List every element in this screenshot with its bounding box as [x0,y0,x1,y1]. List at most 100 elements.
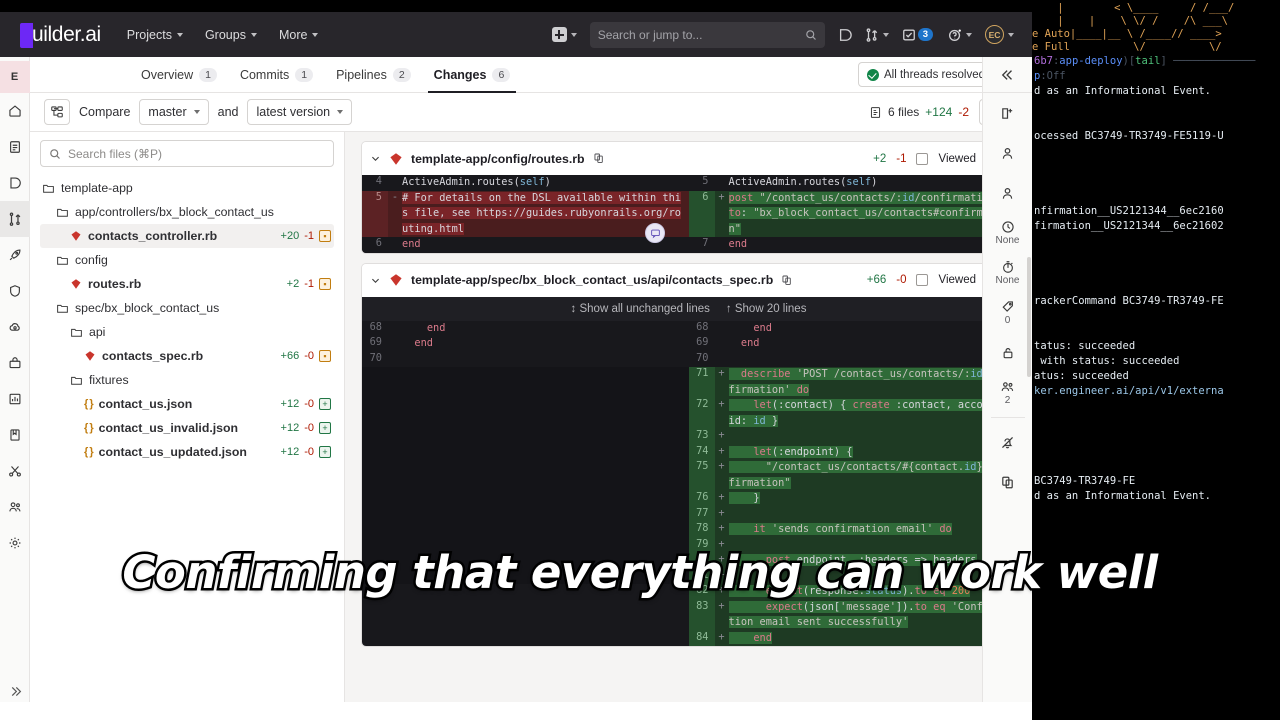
time-tracking-item[interactable]: None [983,253,1033,293]
viewed-checkbox[interactable] [916,152,929,165]
diff-line[interactable]: 6 end [362,237,689,253]
nav-more[interactable]: More [279,28,319,42]
diff-line[interactable]: 69 end [362,336,689,352]
diff-line[interactable]: 76 + } [688,491,1015,507]
comment-bubble-icon[interactable] [645,223,665,243]
viewed-checkbox[interactable] [916,274,929,286]
copy-reference-icon[interactable] [983,462,1033,502]
merge-request-icon[interactable] [0,201,30,237]
tree-folder-row[interactable]: app/controllers/bx_block_contact_us [40,200,334,224]
tab-commits[interactable]: Commits 1 [240,57,314,93]
diff-line[interactable]: 6 + post "/contact_us/contacts/:id/confirm… [688,190,1015,237]
tree-file-row[interactable]: contacts_controller.rb +20 -1 ▪ [40,224,334,248]
diff-line[interactable] [362,475,689,491]
diff-line[interactable] [362,429,689,445]
diff-line[interactable]: 73 + [688,429,1015,445]
labels-item[interactable]: 0 [983,293,1033,333]
file-search-input[interactable] [68,146,325,161]
diff-line[interactable]: 78 + it 'sends confirmation email' do [688,522,1015,538]
collapse-sidebar-button[interactable] [0,685,30,698]
tree-folder-row[interactable]: fixtures [40,368,334,392]
diff-line[interactable]: 70 [362,351,689,367]
diff-line[interactable]: 68 end [362,320,689,336]
diff-line[interactable] [362,491,689,507]
diff-line[interactable] [362,506,689,522]
tree-folder-row[interactable]: api [40,320,334,344]
diff-line[interactable]: 4 ActiveAdmin.routes(self) [362,175,689,191]
tree-folder-row[interactable]: config [40,248,334,272]
terminal-panel[interactable]: | < \____ / /___/ | | \ \/ / /\ ___\ e A… [1032,0,1280,720]
tab-changes[interactable]: Changes 6 [427,57,516,93]
nav-projects[interactable]: Projects [127,28,183,42]
issue-icon[interactable] [0,165,30,201]
cloud-icon[interactable] [0,309,30,345]
diff-line[interactable]: 5- # For details on the DSL available wit… [362,190,689,237]
project-avatar[interactable]: E [0,61,30,93]
shield-icon[interactable] [0,273,30,309]
diff-line[interactable] [362,522,689,538]
diff-line[interactable]: 84 + end [688,630,1015,646]
diff-line[interactable] [362,413,689,429]
diff-line[interactable] [362,367,689,383]
collapse-diff-icon[interactable] [370,153,381,164]
milestone-item[interactable]: None [983,213,1033,253]
expand-sidebar-button[interactable] [982,57,1033,93]
tree-file-row[interactable]: { } contact_us.json +12 -0 + [40,392,334,416]
diff-line[interactable]: 74 + let(:endpoint) { [688,444,1015,460]
tree-file-row[interactable]: { } contact_us_invalid.json +12 -0 + [40,416,334,440]
show-20-lines[interactable]: ↑ Show 20 lines [726,303,807,315]
tab-pipelines[interactable]: Pipelines 2 [336,57,411,93]
expand-lines-bar[interactable]: ↕ Show all unchanged lines ↑ Show 20 line… [362,296,1015,321]
tree-file-row[interactable]: contacts_spec.rb +66 -0 ▪ [40,344,334,368]
source-branch-dropdown[interactable]: master [139,99,209,125]
global-search[interactable] [589,21,825,48]
notifications-off-icon[interactable] [983,422,1033,462]
scrollbar-thumb[interactable] [1027,257,1031,377]
collapse-diff-icon[interactable] [370,275,381,286]
create-new-button[interactable] [551,27,577,42]
diff-line[interactable] [362,444,689,460]
diff-line[interactable]: 77 + [688,506,1015,522]
brand-logo[interactable]: uilder.ai [12,22,101,48]
tree-folder-row[interactable]: template-app [40,176,334,200]
file-tree-toggle-button[interactable] [44,99,70,125]
help-button[interactable] [948,28,972,42]
new-branch-icon[interactable] [983,93,1033,133]
assignee-icon[interactable] [983,133,1033,173]
merge-requests-button[interactable] [865,27,889,42]
reviewer-icon[interactable] [983,173,1033,213]
package-icon[interactable] [0,345,30,381]
diff-line[interactable] [362,398,689,414]
diff-line[interactable]: 75+ "/contact_us/contacts/#{contact.id}/… [688,460,1015,491]
participants-item[interactable]: 2 [983,373,1033,413]
diff-line[interactable]: 72 + let(:contact) { create :contact, acc… [688,398,1015,429]
diff-line[interactable]: 68 end [688,320,1015,336]
target-version-dropdown[interactable]: latest version [247,99,353,125]
tab-overview[interactable]: Overview 1 [141,57,217,93]
diff-line[interactable]: 71 + describe 'POST /contact_us/contacts/… [688,367,1015,398]
copy-path-icon[interactable] [781,274,793,287]
tree-file-row[interactable]: routes.rb +2 -1 ▪ [40,272,334,296]
rocket-icon[interactable] [0,237,30,273]
analytics-icon[interactable] [0,381,30,417]
copy-path-icon[interactable] [593,152,605,165]
diff-line[interactable]: 7 end [688,237,1015,253]
tree-file-row[interactable]: { } contact_us_updated.json +12 -0 + [40,440,334,464]
diff-line[interactable]: 83 + expect(json['message']).to eq 'Confi… [688,599,1015,631]
nav-groups[interactable]: Groups [205,28,257,42]
threads-resolved-status[interactable]: All threads resolved [859,63,993,86]
search-input[interactable] [597,27,817,42]
wiki-icon[interactable] [0,417,30,453]
file-search-box[interactable] [40,140,334,167]
members-icon[interactable] [0,489,30,525]
user-menu[interactable]: EC [985,25,1014,44]
home-icon[interactable] [0,93,30,129]
lock-icon[interactable] [983,333,1033,373]
diff-line[interactable]: 70 [688,351,1015,367]
diff-line[interactable] [362,382,689,398]
diff-line[interactable]: 69 end [688,336,1015,352]
todos-button[interactable]: 3 [902,28,935,42]
diff-line[interactable]: 5 ActiveAdmin.routes(self) [688,175,1015,191]
show-all-unchanged-lines[interactable]: ↕ Show all unchanged lines [571,303,710,315]
issues-button[interactable] [838,28,852,42]
